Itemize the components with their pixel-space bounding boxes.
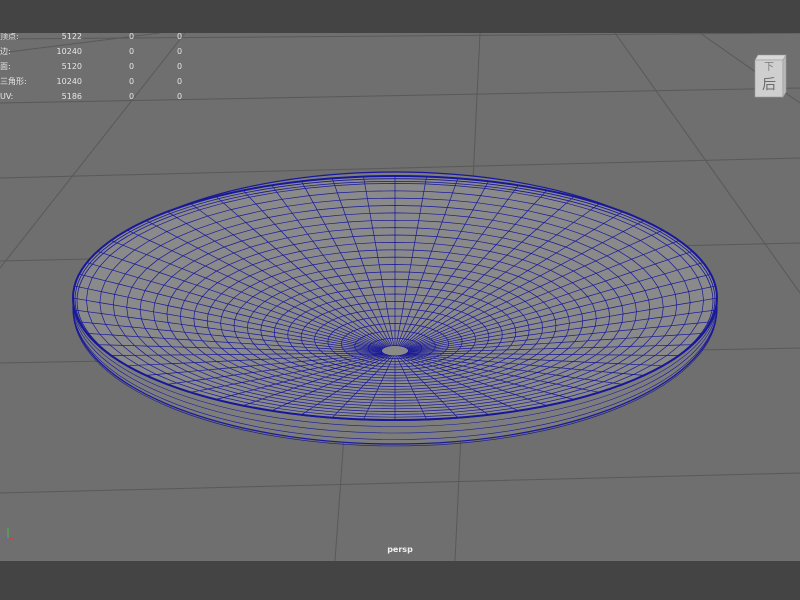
hud-value: 0 [129, 77, 135, 86]
hud-row-faces: 面: 5120 0 0 [0, 59, 200, 74]
top-toolbar-strip [0, 0, 800, 33]
hud-value: 5186 [61, 92, 82, 101]
view-cube-side-face[interactable] [782, 54, 787, 98]
hud-value: 0 [177, 92, 183, 101]
maya-window: 顶点: 5122 0 0 边: 10240 0 0 面: 5120 0 0 三角… [0, 0, 800, 600]
axis-gizmo-icon [4, 528, 14, 540]
hud-row-edges: 边: 10240 0 0 [0, 44, 200, 59]
dish-mesh[interactable] [72, 171, 718, 447]
bottom-strip [0, 561, 800, 600]
hud-label: 面: [0, 62, 11, 71]
perspective-viewport[interactable]: 顶点: 5122 0 0 边: 10240 0 0 面: 5120 0 0 三角… [0, 33, 800, 561]
hud-label: 三角形: [0, 77, 27, 86]
hud-value: 0 [129, 33, 135, 41]
hud-label: UV: [0, 92, 14, 101]
hud-value: 10240 [56, 77, 82, 86]
hud-value: 5120 [61, 62, 82, 71]
camera-name-label: persp [387, 545, 413, 554]
hud-value: 10240 [56, 47, 82, 56]
view-cube-top-label: 下 [764, 62, 774, 73]
hud-value: 0 [129, 47, 135, 56]
view-cube-top-face[interactable] [754, 54, 787, 61]
hud-value: 0 [129, 92, 135, 101]
hud-value: 0 [177, 33, 183, 41]
hud-row-triangles: 三角形: 10240 0 0 [0, 74, 200, 89]
hud-label: 边: [0, 47, 11, 56]
hud-row-uvs: UV: 5186 0 0 [0, 89, 200, 104]
view-cube-front-label: 后 [762, 77, 776, 93]
poly-count-hud: 顶点: 5122 0 0 边: 10240 0 0 面: 5120 0 0 三角… [0, 33, 200, 109]
grid-line [0, 472, 800, 494]
view-cube-icon[interactable]: 下 后 [752, 54, 788, 98]
hud-row-vertices: 顶点: 5122 0 0 [0, 33, 200, 44]
hud-value: 5122 [61, 33, 82, 41]
hud-label: 顶点: [0, 33, 19, 41]
hud-value: 0 [177, 62, 183, 71]
hud-value: 0 [177, 47, 183, 56]
hud-value: 0 [129, 62, 135, 71]
hud-value: 0 [177, 77, 183, 86]
scene-canvas[interactable] [0, 33, 800, 561]
